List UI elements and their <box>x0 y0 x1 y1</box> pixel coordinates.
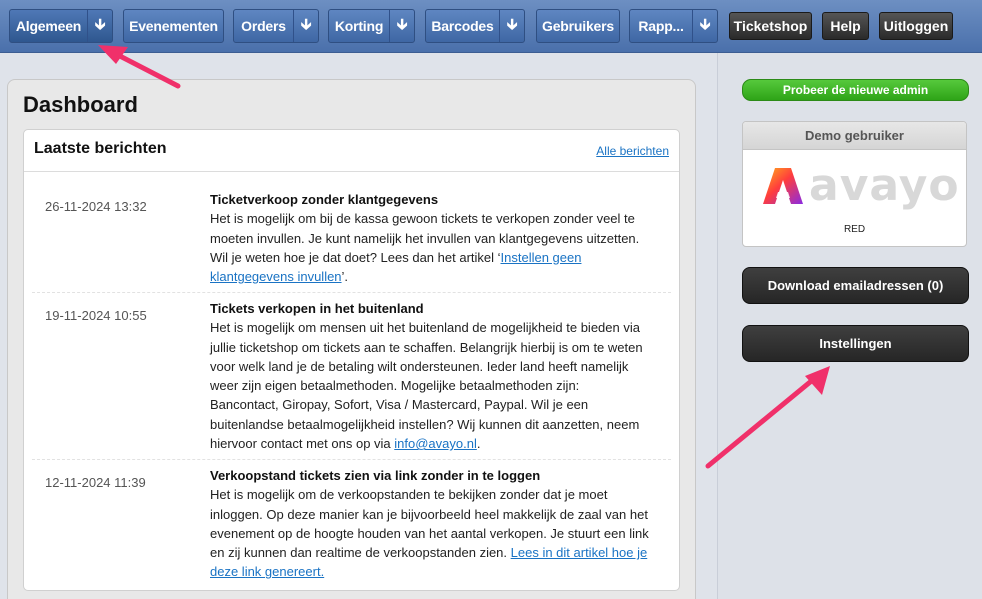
nav-item-label[interactable]: Barcodes <box>426 18 499 34</box>
latest-messages-card: Laatste berichten Alle berichten 26-11-2… <box>23 129 680 591</box>
divider <box>32 292 671 293</box>
message-text-end: ’. <box>341 269 349 285</box>
card-title: Laatste berichten <box>34 140 167 157</box>
message-title: Verkoopstand tickets zien via link zonde… <box>210 468 541 483</box>
all-messages-link[interactable]: Alle berichten <box>596 144 669 158</box>
message-date: 12-11-2024 11:39 <box>45 475 146 490</box>
message-title: Ticketverkoop zonder klantgegevens <box>210 192 439 207</box>
divider <box>24 171 679 172</box>
nav-item-label[interactable]: Algemeen <box>10 18 87 34</box>
settings-button[interactable]: Instellingen <box>742 325 969 362</box>
message-body: Verkoopstand tickets zien via link zonde… <box>210 466 650 582</box>
avayo-logo: avayo <box>761 160 959 211</box>
nav-item-label[interactable]: Orders <box>234 18 293 34</box>
help-button[interactable]: Help <box>822 12 869 40</box>
message-title: Tickets verkopen in het buitenland <box>210 301 424 316</box>
arrow-down-icon[interactable]: 🡳 <box>293 10 318 42</box>
arrow-down-icon[interactable]: 🡳 <box>499 10 524 42</box>
message-link[interactable]: info@avayo.nl <box>394 436 477 451</box>
top-navigation-bar: Algemeen 🡳 Evenementen Orders 🡳 Korting … <box>0 0 982 53</box>
message-text: Het is mogelijk om mensen uit het buiten… <box>210 320 643 452</box>
sidebar: Probeer de nieuwe admin Demo gebruiker a… <box>717 53 982 599</box>
nav-item-korting[interactable]: Korting 🡳 <box>328 9 415 43</box>
nav-item-algemeen[interactable]: Algemeen 🡳 <box>9 9 113 43</box>
arrow-down-icon[interactable]: 🡳 <box>692 10 717 42</box>
message-body: Tickets verkopen in het buitenland Het i… <box>210 299 650 453</box>
message-date: 26-11-2024 13:32 <box>45 199 147 214</box>
demo-subtitle: RED <box>843 224 866 235</box>
nav-item-label[interactable]: Rapp... <box>630 18 692 34</box>
logout-button[interactable]: Uitloggen <box>879 12 953 40</box>
dashboard-panel: Dashboard Laatste berichten Alle bericht… <box>7 79 696 599</box>
arrow-down-icon[interactable]: 🡳 <box>87 10 112 42</box>
nav-item-label[interactable]: Gebruikers <box>537 18 619 34</box>
nav-item-orders[interactable]: Orders 🡳 <box>233 9 319 43</box>
download-emails-button[interactable]: Download emailadressen (0) <box>742 267 969 304</box>
nav-item-label[interactable]: Evenementen <box>124 18 223 34</box>
message-body: Ticketverkoop zonder klantgegevens Het i… <box>210 190 650 286</box>
demo-user-card: Demo gebruiker avayo RED <box>742 121 967 247</box>
message-date: 19-11-2024 10:55 <box>45 308 147 323</box>
demo-user-header: Demo gebruiker <box>743 122 966 150</box>
try-new-admin-button[interactable]: Probeer de nieuwe admin <box>742 79 969 101</box>
logo-text: avayo <box>809 160 960 211</box>
nav-item-evenementen[interactable]: Evenementen <box>123 9 224 43</box>
ticketshop-button[interactable]: Ticketshop <box>729 12 812 40</box>
nav-item-rapportages[interactable]: Rapp... 🡳 <box>629 9 718 43</box>
arrow-down-icon[interactable]: 🡳 <box>389 10 414 42</box>
avayo-logo-icon <box>763 168 803 204</box>
nav-item-barcodes[interactable]: Barcodes 🡳 <box>425 9 525 43</box>
page-title: Dashboard <box>23 92 138 117</box>
message-text-end: . <box>476 436 481 452</box>
divider <box>32 459 671 460</box>
nav-item-label[interactable]: Korting <box>329 18 389 34</box>
nav-item-gebruikers[interactable]: Gebruikers <box>536 9 620 43</box>
